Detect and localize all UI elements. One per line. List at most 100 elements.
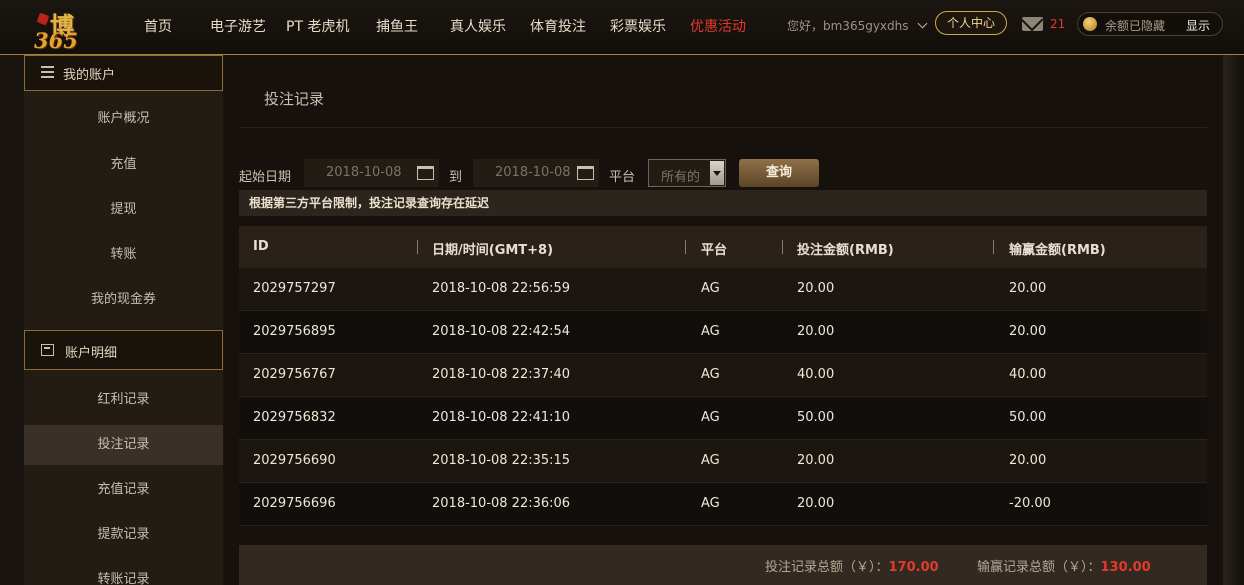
win-total-label: 输赢记录总额（￥）： bbox=[977, 560, 1101, 575]
divider bbox=[239, 127, 1207, 128]
column-divider bbox=[685, 240, 686, 254]
calendar-icon[interactable] bbox=[417, 166, 434, 180]
calculator-icon bbox=[41, 344, 54, 356]
table-row: 2029756696 2018-10-08 22:36:06 AG 20.00 … bbox=[239, 483, 1207, 526]
user-greeting[interactable]: 您好，bm365gyxdhs bbox=[787, 17, 927, 34]
totals-bar: 投注记录总额（￥）：170.00 输赢记录总额（￥）：130.00 bbox=[239, 545, 1207, 585]
sidebar-item-cash-coupons[interactable]: 我的现金券 bbox=[24, 280, 223, 320]
cell-bet-amount: 20.00 bbox=[797, 281, 835, 296]
bet-total-value: 170.00 bbox=[888, 560, 939, 575]
sidebar-item-transfer-records[interactable]: 转账记录 bbox=[24, 560, 223, 585]
bet-records-table: ID 日期/时间(GMT+8) 平台 投注金额(RMB) 输赢金额(RMB) 2… bbox=[239, 226, 1207, 526]
sidebar-section-label: 我的账户 bbox=[63, 68, 116, 83]
cell-bet-amount: 50.00 bbox=[797, 410, 835, 425]
cell-id: 2029757297 bbox=[253, 281, 336, 296]
start-date-label: 起始日期 bbox=[239, 170, 292, 185]
cell-win-loss: 20.00 bbox=[1009, 453, 1047, 468]
nav-pt-slots[interactable]: PT 老虎机 bbox=[286, 16, 349, 36]
cell-bet-amount: 20.00 bbox=[797, 324, 835, 339]
nav-live-casino[interactable]: 真人娱乐 bbox=[450, 16, 506, 36]
show-balance-button[interactable]: 显示 bbox=[1186, 17, 1210, 34]
table-header: ID 日期/时间(GMT+8) 平台 投注金额(RMB) 输赢金额(RMB) bbox=[239, 226, 1207, 268]
sidebar-item-deposit[interactable]: 充值 bbox=[24, 145, 223, 185]
cell-win-loss: 50.00 bbox=[1009, 410, 1047, 425]
sidebar-section-label: 账户明细 bbox=[65, 346, 118, 361]
cell-datetime: 2018-10-08 22:42:54 bbox=[432, 324, 571, 339]
column-divider bbox=[782, 240, 783, 254]
greeting-text: 您好，bm365gyxdhs bbox=[787, 19, 909, 33]
sidebar-item-bonus-records[interactable]: 红利记录 bbox=[24, 380, 223, 420]
cell-win-loss: -20.00 bbox=[1009, 496, 1051, 511]
chevron-down-icon[interactable] bbox=[710, 161, 724, 185]
cell-id: 2029756767 bbox=[253, 367, 336, 382]
nav-promotions[interactable]: 优惠活动 bbox=[690, 16, 746, 36]
cell-datetime: 2018-10-08 22:35:15 bbox=[432, 453, 571, 468]
cell-platform: AG bbox=[701, 367, 720, 382]
sidebar-item-bet-records[interactable]: 投注记录 bbox=[24, 425, 223, 465]
platform-select-value: 所有的 bbox=[661, 170, 701, 185]
site-logo[interactable]: 博 365 bbox=[22, 2, 114, 54]
win-total: 输赢记录总额（￥）：130.00 bbox=[977, 556, 1151, 575]
sidebar-section-my-account[interactable]: 我的账户 bbox=[24, 55, 223, 91]
table-row: 2029756690 2018-10-08 22:35:15 AG 20.00 … bbox=[239, 440, 1207, 483]
nav-home[interactable]: 首页 bbox=[144, 16, 172, 36]
cell-id: 2029756895 bbox=[253, 324, 336, 339]
nav-sports[interactable]: 体育投注 bbox=[530, 16, 586, 36]
table-row: 2029757297 2018-10-08 22:56:59 AG 20.00 … bbox=[239, 268, 1207, 311]
sidebar-item-transfer[interactable]: 转账 bbox=[24, 235, 223, 275]
mail-count-badge[interactable]: 21 bbox=[1050, 17, 1065, 31]
table-row: 2029756767 2018-10-08 22:37:40 AG 40.00 … bbox=[239, 354, 1207, 397]
cell-id: 2029756832 bbox=[253, 410, 336, 425]
to-label: 到 bbox=[449, 170, 463, 185]
sidebar-item-withdrawal-records[interactable]: 提款记录 bbox=[24, 515, 223, 555]
cell-platform: AG bbox=[701, 324, 720, 339]
cell-bet-amount: 40.00 bbox=[797, 367, 835, 382]
nav-fishing[interactable]: 捕鱼王 bbox=[376, 16, 418, 36]
cell-platform: AG bbox=[701, 453, 720, 468]
platform-label: 平台 bbox=[609, 170, 636, 185]
cell-id: 2029756696 bbox=[253, 496, 336, 511]
balance-box: 余额已隐藏 显示 bbox=[1077, 12, 1223, 36]
sidebar-item-withdraw[interactable]: 提现 bbox=[24, 190, 223, 230]
dice-icon bbox=[36, 12, 50, 26]
column-header-id: ID bbox=[253, 239, 269, 254]
column-divider bbox=[417, 240, 418, 254]
top-bar: 博 365 首页 电子游艺 PT 老虎机 捕鱼王 真人娱乐 体育投注 彩票娱乐 … bbox=[0, 0, 1244, 55]
wallet-card-icon bbox=[41, 66, 54, 78]
calendar-icon[interactable] bbox=[577, 166, 594, 180]
mail-icon[interactable] bbox=[1022, 17, 1043, 31]
cell-bet-amount: 20.00 bbox=[797, 496, 835, 511]
table-row: 2029756832 2018-10-08 22:41:10 AG 50.00 … bbox=[239, 397, 1207, 440]
sidebar-item-account-overview[interactable]: 账户概况 bbox=[24, 99, 223, 139]
logo-sub-text: 365 bbox=[34, 28, 78, 53]
chevron-down-icon bbox=[917, 18, 927, 29]
cell-win-loss: 40.00 bbox=[1009, 367, 1047, 382]
cell-datetime: 2018-10-08 22:37:40 bbox=[432, 367, 571, 382]
sidebar: 我的账户 账户概况 充值 提现 转账 我的现金券 账户明细 红利记录 投注记录 … bbox=[24, 55, 223, 585]
cell-datetime: 2018-10-08 22:36:06 bbox=[432, 496, 571, 511]
delay-notice: 根据第三方平台限制，投注记录查询存在延迟 bbox=[239, 190, 1207, 216]
sidebar-section-account-details[interactable]: 账户明细 bbox=[24, 330, 223, 370]
query-button[interactable]: 查询 bbox=[739, 159, 819, 187]
cell-platform: AG bbox=[701, 496, 720, 511]
column-header-bet-amount: 投注金额(RMB) bbox=[797, 243, 894, 258]
sidebar-item-deposit-records[interactable]: 充值记录 bbox=[24, 470, 223, 510]
cell-datetime: 2018-10-08 22:56:59 bbox=[432, 281, 571, 296]
balance-hidden-text: 余额已隐藏 bbox=[1105, 19, 1166, 33]
bet-total-label: 投注记录总额（￥）： bbox=[765, 560, 889, 575]
nav-lottery[interactable]: 彩票娱乐 bbox=[610, 16, 666, 36]
nav-slots[interactable]: 电子游艺 bbox=[210, 16, 266, 36]
column-divider bbox=[993, 240, 994, 254]
cell-win-loss: 20.00 bbox=[1009, 281, 1047, 296]
page-title: 投注记录 bbox=[264, 90, 325, 108]
cell-datetime: 2018-10-08 22:41:10 bbox=[432, 410, 571, 425]
column-header-datetime: 日期/时间(GMT+8) bbox=[432, 243, 554, 258]
coin-icon bbox=[1083, 17, 1097, 31]
bet-total: 投注记录总额（￥）：170.00 bbox=[765, 556, 939, 575]
platform-select[interactable]: 所有的 bbox=[648, 159, 726, 187]
personal-center-button[interactable]: 个人中心 bbox=[935, 11, 1007, 35]
column-header-platform: 平台 bbox=[701, 243, 728, 258]
cell-id: 2029756690 bbox=[253, 453, 336, 468]
cell-bet-amount: 20.00 bbox=[797, 453, 835, 468]
column-header-win-loss: 输赢金额(RMB) bbox=[1009, 243, 1106, 258]
